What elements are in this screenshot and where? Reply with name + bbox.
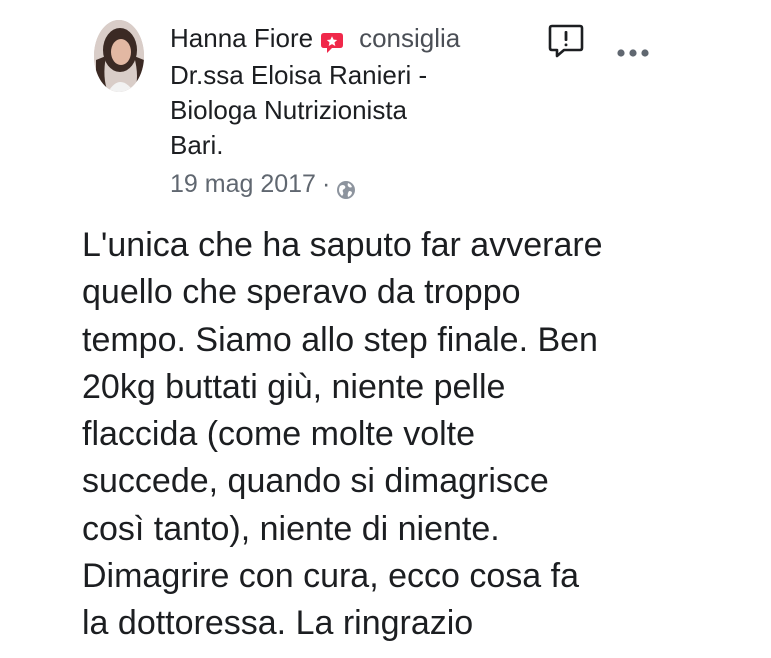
page-name-line-3[interactable]: Bari. xyxy=(170,128,550,163)
report-button[interactable] xyxy=(548,24,584,58)
post-date[interactable]: 19 mag 2017 xyxy=(170,167,316,201)
post-body-line-4: 20kg buttati giù, niente pelle xyxy=(82,367,506,406)
post-body-line-9: la dottoressa. La ringrazio xyxy=(82,604,474,643)
meta-separator: · xyxy=(321,170,331,198)
globe-icon xyxy=(336,175,356,199)
recommend-verb: consiglia xyxy=(359,23,461,53)
post-body-line-3: tempo. Siamo allo step finale. Ben xyxy=(82,320,598,359)
post-body-line-2: quello che speravo da troppo xyxy=(82,273,521,312)
post-body: L'unica che ha saputo far avverare quell… xyxy=(82,222,722,648)
author-name[interactable]: Hanna Fiore xyxy=(170,18,313,58)
post-body-line-5: flaccida (come molte volte xyxy=(82,415,476,454)
post-meta: 19 mag 2017 · xyxy=(170,167,550,201)
post-body-line-1: L'unica che ha saputo far avverare xyxy=(82,226,603,264)
more-options-icon xyxy=(617,49,649,57)
page-name-line-1[interactable]: Dr.ssa Eloisa Ranieri - xyxy=(170,58,550,93)
post-body-line-7: così tanto), niente di niente. xyxy=(82,509,500,548)
post-body-line-6: succede, quando si dimagrisce xyxy=(82,462,549,501)
avatar[interactable] xyxy=(94,20,144,92)
report-icon xyxy=(548,24,584,58)
review-post: Hanna Fiore consiglia Dr.ssa Eloisa Rani… xyxy=(0,0,771,658)
post-header: Hanna Fiore consiglia Dr.ssa Eloisa Rani… xyxy=(170,18,550,201)
header-line: Hanna Fiore consiglia xyxy=(170,18,550,58)
recommendation-badge-icon xyxy=(321,24,344,53)
more-options-button[interactable] xyxy=(616,46,650,60)
post-body-line-8: Dimagrire con cura, ecco cosa fa xyxy=(82,557,579,596)
page-name-line-2[interactable]: Biologa Nutrizionista xyxy=(170,93,550,128)
